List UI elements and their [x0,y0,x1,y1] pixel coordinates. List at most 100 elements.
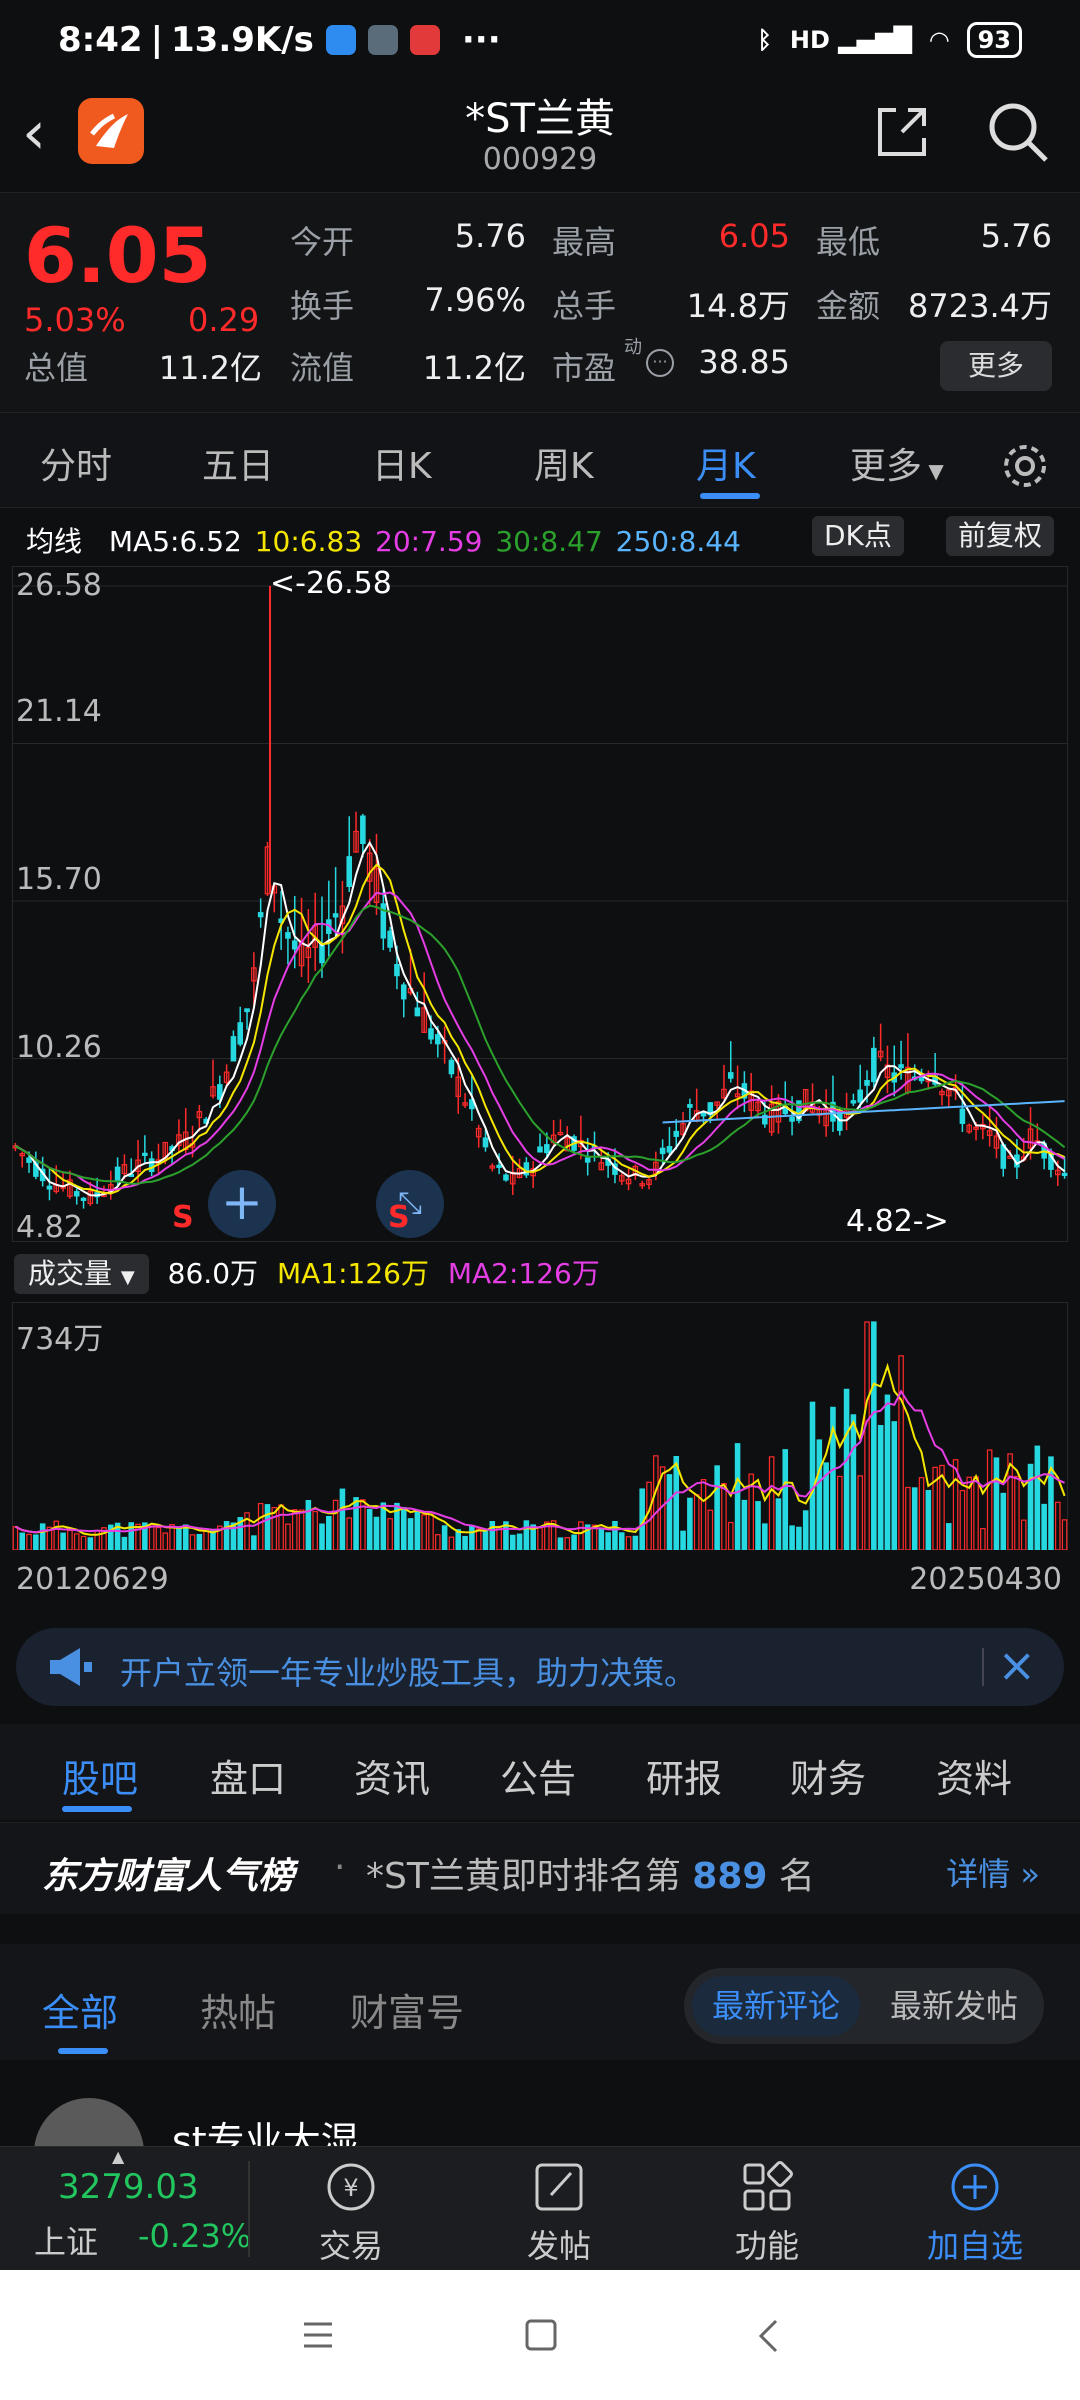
volume-bar [285,1523,291,1551]
sort-toggle: 最新评论 最新发帖 [684,1968,1044,2044]
add-drawing-button[interactable]: + [208,1170,276,1238]
post-author[interactable]: st专业大湿 [172,2110,359,2150]
volume-bar [578,1521,584,1551]
expand-icon[interactable]: ⤡ [376,1170,444,1238]
volume-bar [796,1526,802,1551]
tab-announcements[interactable]: 公告 [500,1748,576,1803]
volume-bar [509,1534,516,1551]
add-watchlist-button[interactable]: 加自选 [910,2147,1040,2271]
tab-five-day[interactable]: 五日 [202,437,274,489]
change-amount: 0.29 [188,301,260,339]
volume-bar [762,1523,768,1551]
candle-body [332,913,339,918]
dk-point-button[interactable]: DK点 [812,516,904,556]
y-tick-2: 21.14 [16,694,102,729]
tab-daily-k[interactable]: 日K [372,437,432,489]
last-price: 6.05 [24,211,212,300]
volume-bar [557,1537,564,1551]
rank-detail-link[interactable]: 详情 » [946,1849,1040,1895]
tab-monthly-k[interactable]: 月K [696,437,756,489]
candle-body [237,1022,244,1045]
popularity-rank[interactable]: 东方财富人气榜 · *ST兰黄即时排名第 889 名 详情 » [0,1822,1080,1914]
home-icon[interactable] [524,2318,558,2356]
close-icon[interactable]: × [997,1638,1036,1692]
banner-text: 开户立领一年专业炒股工具，助力决策。 [120,1654,697,1692]
volume-bar [891,1421,898,1551]
volume-bar [291,1509,298,1551]
post-button[interactable]: 发帖 [494,2147,624,2271]
volume-bar [700,1479,707,1551]
bottom-bar: ▲ 3279.03 上证 -0.23% ¥ 交易 发帖 功能 加自选 [0,2146,1080,2270]
volume-bar [189,1534,196,1551]
candle-body [80,1197,87,1201]
active-tab-indicator [58,2048,108,2054]
post-item[interactable]: st专业大湿 [0,2060,1080,2150]
section-tabs: 股吧 盘口 资讯 公告 研报 财务 资料 [0,1724,1080,1820]
volume-bar [632,1535,639,1551]
index-name[interactable]: 上证 [34,2217,98,2263]
candle-body [291,940,298,950]
megaphone-icon [46,1646,96,1692]
volume-bar [346,1517,353,1551]
volume-bar [809,1401,816,1551]
volume-chart[interactable]: 734万 [12,1302,1068,1551]
avatar[interactable] [34,2098,144,2150]
ma5-value: MA5:6.52 [108,525,242,558]
gear-icon[interactable] [1000,441,1050,495]
tab-minute[interactable]: 分时 [40,437,112,489]
sort-latest-comment[interactable]: 最新评论 [692,1976,860,2036]
candle-body [285,932,291,939]
volume-legend: 成交量 ▼ 86.0万 MA1:126万 MA2:126万 [14,1252,600,1294]
trade-button[interactable]: ¥ 交易 [286,2147,416,2271]
share-icon[interactable] [872,102,932,166]
candle-body [400,984,407,1000]
candle-body [1061,1172,1068,1177]
pe-label: 市盈 [552,349,617,387]
index-change[interactable]: -0.23% [138,2217,251,2255]
more-notifications: ··· [461,20,501,60]
tab-finance[interactable]: 财务 [790,1748,866,1803]
tab-weekly-k[interactable]: 周K [534,437,594,489]
volume-bar [1041,1503,1047,1551]
amount-label: 金额 [816,287,881,325]
menu-icon[interactable] [302,2320,334,2354]
volume-svg [12,1302,1068,1551]
volume-bar [421,1514,427,1551]
sort-latest-post[interactable]: 最新发帖 [870,1976,1038,2036]
active-tab-indicator [700,493,760,499]
search-icon[interactable] [986,100,1050,168]
volume-bar [489,1520,496,1551]
tab-caifuhao[interactable]: 财富号 [350,1982,464,2037]
volume-frame [12,1302,1068,1550]
high-value: 6.05 [718,217,790,255]
tab-hot[interactable]: 热帖 [200,1982,276,2037]
tab-more[interactable]: 更多 ▼ [850,437,944,489]
volume-bar [564,1537,571,1551]
tab-guba[interactable]: 股吧 [62,1748,138,1803]
functions-button[interactable]: 功能 [702,2147,832,2271]
volume-bar [871,1321,877,1551]
turnover-label: 换手 [290,287,355,325]
volume-bar [850,1414,857,1551]
tab-research[interactable]: 研报 [646,1748,722,1803]
volume-bar [1055,1501,1061,1551]
indicator-select[interactable]: 成交量 ▼ [14,1254,149,1294]
volume-bar [428,1511,434,1551]
promo-banner[interactable]: 开户立领一年专业炒股工具，助力决策。 × [16,1628,1064,1706]
volume-bar [802,1510,809,1551]
more-quote-button[interactable]: 更多 [940,341,1052,391]
kline-chart[interactable]: 26.58 21.14 15.70 10.26 4.82 <-26.58 4.8… [12,566,1068,1245]
tab-pankou[interactable]: 盘口 [210,1748,286,1803]
volume-ma2: MA2:126万 [447,1257,600,1290]
tab-all[interactable]: 全部 [42,1982,118,2037]
candle-body [673,1130,680,1137]
adjust-mode-button[interactable]: 前复权 [946,516,1055,556]
quote-panel: 6.05 5.03% 0.29 今开 5.76 最高 6.05 最低 5.76 … [0,192,1080,412]
tab-news[interactable]: 资讯 [354,1748,430,1803]
back-nav-icon[interactable] [756,2318,780,2358]
index-value[interactable]: 3279.03 [58,2167,199,2207]
volume-bar [1020,1519,1027,1551]
volume-bar [87,1537,94,1551]
tab-profile[interactable]: 资料 [936,1748,1012,1803]
settings-notification-icon [367,25,398,55]
